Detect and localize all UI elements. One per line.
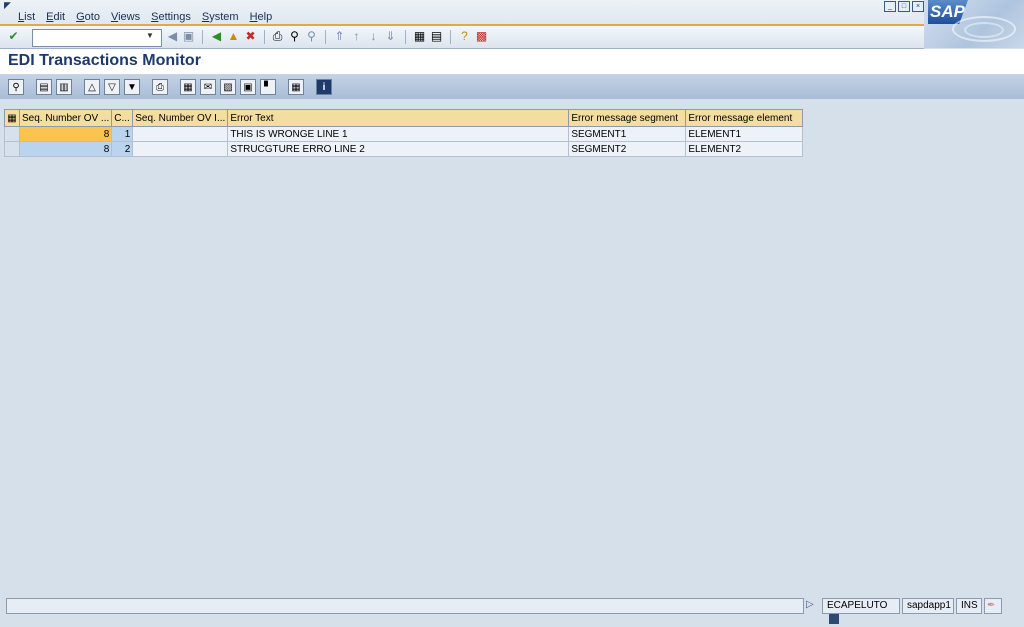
- row-selector[interactable]: [4, 126, 20, 142]
- table-cell[interactable]: 8: [18, 141, 113, 157]
- user-info-icon[interactable]: [829, 614, 839, 625]
- separator: [202, 30, 203, 44]
- separator: [264, 30, 265, 44]
- table-cell[interactable]: ELEMENT1: [685, 126, 804, 142]
- table-cell[interactable]: [132, 126, 229, 142]
- standard-toolbar: ✔ ▼ ◀ ▣ ◀ ▲ ✖ ⎙ ⚲ ⚲ ⇑ ↑ ↓ ⇓ ▦ ▤ ? ▩: [0, 26, 924, 49]
- information-icon[interactable]: i: [316, 79, 332, 95]
- new-session-icon[interactable]: ▦: [412, 29, 427, 44]
- menu: List Edit Goto Views Settings System Hel…: [18, 11, 283, 23]
- find-next-icon[interactable]: ⚲: [304, 29, 319, 44]
- find-icon[interactable]: ⚲: [287, 29, 302, 44]
- menu-edit[interactable]: Edit: [46, 11, 65, 23]
- close-window-icon[interactable]: ×: [912, 1, 924, 12]
- menu-list[interactable]: List: [18, 11, 35, 23]
- window-controls: _ □ ×: [884, 1, 924, 12]
- insert-mode: INS: [956, 598, 982, 614]
- column-header[interactable]: Seq. Number OV ...: [18, 109, 113, 127]
- back-icon[interactable]: ◀: [209, 29, 224, 44]
- change-layout-icon[interactable]: ▦: [288, 79, 304, 95]
- status-bar: ▷ ECAPELUTO sapdapp1 INS ✒: [0, 595, 1024, 625]
- table-row[interactable]: 8 2 STRUCGTURE ERRO LINE 2 SEGMENT2 ELEM…: [4, 141, 804, 157]
- table-cell[interactable]: [132, 141, 229, 157]
- cancel-icon[interactable]: ✖: [243, 29, 258, 44]
- expand-status-icon[interactable]: ▷: [806, 598, 822, 614]
- table-cell[interactable]: ELEMENT2: [685, 141, 804, 157]
- chart-icon[interactable]: ▘: [260, 79, 276, 95]
- system-user: ECAPELUTO: [822, 598, 900, 625]
- filter-icon[interactable]: ▼: [124, 79, 140, 95]
- application-toolbar: ⚲ ▤ ▥ △ ▽ ▼ ⎙ ▦ ✉ ▧ ▣ ▘ ▦ i: [0, 75, 1024, 99]
- table-settings-icon[interactable]: ▦: [4, 109, 20, 127]
- save-icon[interactable]: ▣: [181, 29, 196, 44]
- separator: [325, 30, 326, 44]
- logo-ripple-inner: [964, 22, 1004, 38]
- menu-goto[interactable]: Goto: [76, 11, 100, 23]
- table-cell[interactable]: SEGMENT1: [568, 126, 687, 142]
- menu-bar: ◤ List Edit Goto Views Settings System H…: [0, 0, 1024, 25]
- column-header[interactable]: Seq. Number OV I...: [132, 109, 229, 127]
- menu-views[interactable]: Views: [111, 11, 140, 23]
- user-label: ECAPELUTO: [827, 600, 888, 611]
- layout-menu-icon[interactable]: ▩: [474, 29, 489, 44]
- command-dropdown-icon[interactable]: ▼: [145, 30, 155, 42]
- column-header[interactable]: Error message element: [685, 109, 804, 127]
- print-icon[interactable]: ⎙: [270, 29, 285, 44]
- table-cell[interactable]: SEGMENT2: [568, 141, 687, 157]
- deselect-all-icon[interactable]: ▥: [56, 79, 72, 95]
- row-selector[interactable]: [4, 141, 20, 157]
- separator: [450, 30, 451, 44]
- lock-icon[interactable]: ✒: [984, 598, 1002, 614]
- separator: [405, 30, 406, 44]
- table-cell[interactable]: THIS IS WRONGE LINE 1: [227, 126, 570, 142]
- menu-system[interactable]: System: [202, 11, 239, 23]
- details-icon[interactable]: ⚲: [8, 79, 24, 95]
- table-row[interactable]: 8 1 THIS IS WRONGE LINE 1 SEGMENT1 ELEME…: [4, 126, 804, 142]
- sort-ascending-icon[interactable]: △: [84, 79, 100, 95]
- table-cell[interactable]: 8: [18, 126, 113, 142]
- column-header[interactable]: C...: [111, 109, 134, 127]
- system-menu-icon[interactable]: ◤: [4, 1, 14, 10]
- help-icon[interactable]: ?: [457, 29, 472, 44]
- restore-icon[interactable]: □: [898, 1, 910, 12]
- column-header[interactable]: Error message segment: [568, 109, 687, 127]
- sap-logo: SAP: [924, 0, 1024, 48]
- last-page-icon[interactable]: ⇓: [383, 29, 398, 44]
- server-name: sapdapp1: [902, 598, 954, 614]
- abc-analysis-icon[interactable]: ▧: [220, 79, 236, 95]
- menu-settings[interactable]: Settings: [151, 11, 191, 23]
- next-page-icon[interactable]: ↓: [366, 29, 381, 44]
- table-cell[interactable]: 1: [111, 126, 134, 142]
- export-icon[interactable]: ▦: [180, 79, 196, 95]
- mail-icon[interactable]: ✉: [200, 79, 216, 95]
- title-bar: EDI Transactions Monitor: [0, 49, 1024, 75]
- message-area: [6, 598, 804, 614]
- page-title: EDI Transactions Monitor: [8, 52, 201, 69]
- table-header-row: ▦ Seq. Number OV ... C... Seq. Number OV…: [4, 109, 804, 127]
- graphic-icon[interactable]: ▣: [240, 79, 256, 95]
- minimize-icon[interactable]: _: [884, 1, 896, 12]
- prev-arrow-icon[interactable]: ◀: [165, 29, 180, 44]
- table-cell[interactable]: STRUCGTURE ERRO LINE 2: [227, 141, 570, 157]
- enter-icon[interactable]: ✔: [6, 29, 21, 44]
- print-preview-icon[interactable]: ⎙: [152, 79, 168, 95]
- column-header[interactable]: Error Text: [227, 109, 570, 127]
- sort-descending-icon[interactable]: ▽: [104, 79, 120, 95]
- menu-help[interactable]: Help: [250, 11, 273, 23]
- resize-grip-icon: [1004, 598, 1018, 614]
- table-cell[interactable]: 2: [111, 141, 134, 157]
- shortcut-icon[interactable]: ▤: [429, 29, 444, 44]
- command-field[interactable]: [32, 29, 162, 47]
- previous-page-icon[interactable]: ↑: [349, 29, 364, 44]
- results-table: ▦ Seq. Number OV ... C... Seq. Number OV…: [4, 109, 804, 157]
- exit-icon[interactable]: ▲: [226, 29, 241, 44]
- select-all-icon[interactable]: ▤: [36, 79, 52, 95]
- first-page-icon[interactable]: ⇑: [332, 29, 347, 44]
